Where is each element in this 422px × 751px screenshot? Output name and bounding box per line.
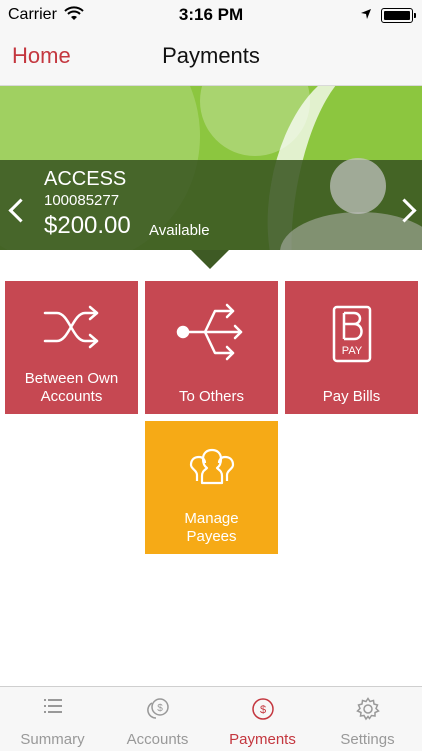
tab-settings[interactable]: Settings bbox=[315, 687, 420, 751]
tile-label: Between Own Accounts bbox=[24, 370, 119, 405]
list-icon bbox=[0, 697, 105, 720]
branching-arrows-icon bbox=[145, 301, 278, 368]
location-arrow-icon bbox=[360, 7, 372, 25]
gear-icon bbox=[315, 697, 420, 726]
tile-label: To Others bbox=[178, 388, 245, 405]
tile-label: Pay Bills bbox=[322, 388, 381, 405]
bpay-icon-text: PAY bbox=[341, 345, 362, 357]
tab-label: Payments bbox=[229, 731, 296, 748]
account-name: ACCESS bbox=[44, 168, 127, 190]
pay-bills-button[interactable]: PAY Pay Bills bbox=[285, 281, 418, 414]
manage-payees-button[interactable]: Manage Payees bbox=[145, 421, 278, 554]
balance-caption: Available bbox=[149, 222, 210, 239]
page-title: Payments bbox=[162, 43, 260, 68]
dollar-circle-icon: $ bbox=[210, 697, 315, 726]
people-group-icon bbox=[145, 445, 278, 490]
bpay-icon: PAY bbox=[285, 305, 418, 368]
coins-icon: $ bbox=[105, 697, 210, 726]
tab-label: Settings bbox=[340, 731, 395, 748]
clock: 3:16 PM bbox=[178, 5, 244, 24]
between-own-accounts-button[interactable]: Between Own Accounts bbox=[5, 281, 138, 414]
to-others-button[interactable]: To Others bbox=[145, 281, 278, 414]
tab-payments[interactable]: $ Payments bbox=[210, 687, 315, 751]
account-number: 100085277 bbox=[44, 192, 120, 209]
tab-label: Accounts bbox=[126, 731, 189, 748]
tile-label: Manage Payees bbox=[184, 510, 239, 545]
dollar-circle-icon-text: $ bbox=[259, 704, 265, 716]
account-banner: ACCESS 100085277 $200.00 Available bbox=[0, 86, 422, 250]
navigation-bar: Home Payments bbox=[0, 30, 422, 86]
shuffle-icon bbox=[5, 305, 138, 354]
tab-accounts[interactable]: $ Accounts bbox=[105, 687, 210, 751]
banner-decoration bbox=[330, 158, 386, 214]
tab-bar: Summary $ Accounts $ Payments Settings bbox=[0, 686, 422, 751]
battery-icon bbox=[381, 8, 416, 23]
tab-label: Summary bbox=[20, 731, 85, 748]
banner-pointer bbox=[191, 250, 229, 269]
status-bar: Carrier 3:16 PM bbox=[0, 0, 422, 30]
coins-icon-text: $ bbox=[157, 703, 163, 714]
account-balance: $200.00 bbox=[44, 212, 131, 239]
tab-summary[interactable]: Summary bbox=[0, 687, 105, 751]
